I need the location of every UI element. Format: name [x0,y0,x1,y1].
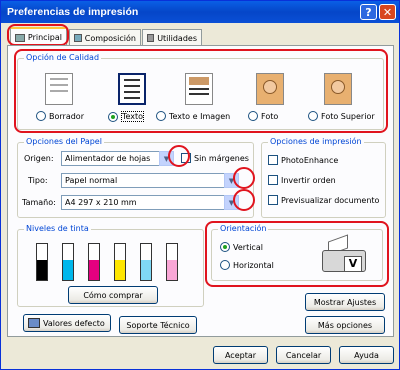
ink-level-fill [115,260,125,280]
photoenhance-label: PhotoEnhance [281,155,339,165]
quality-highlight [14,49,388,133]
title-bar: Preferencias de impresión ? ✕ [1,1,399,23]
tamano-select[interactable]: A4 297 x 210 mm ▼ [61,195,239,210]
tamano-dropdown-highlight [233,189,255,211]
ayuda-button[interactable]: Ayuda [339,346,394,364]
ink-level-bar [166,243,178,281]
layout-icon [74,34,82,42]
photoenhance-checkbox[interactable]: PhotoEnhance [268,155,338,165]
origen-dropdown-highlight [168,145,190,167]
tab-utilidades[interactable]: Utilidades [142,29,202,46]
window-title: Preferencias de impresión [7,6,139,18]
ink-level-bar [62,243,74,281]
ink-level-bar [140,243,152,281]
soporte-tecnico-button[interactable]: Soporte Técnico [119,316,197,334]
paper-group: Opciones del Papel Origen: Alimentador d… [17,137,255,218]
valores-defecto-label: Valores defecto [43,318,105,328]
origen-label: Origen: [24,154,54,163]
print-options-group: Opciones de impresión PhotoEnhance Inver… [261,137,386,218]
tipo-value: Papel normal [65,176,118,185]
previsualizar-label: Previsualizar documento [281,195,380,205]
previsualizar-checkbox[interactable]: Previsualizar documento [268,195,379,205]
ink-level-fill [89,260,99,280]
tamano-value: A4 297 x 210 mm [65,198,137,207]
tab-highlight [7,24,69,46]
reset-icon [28,318,40,328]
close-button[interactable]: ✕ [379,4,396,20]
tab-composicion[interactable]: Composición [69,29,141,46]
origen-value: Alimentador de hojas [65,154,151,163]
tab-utilidades-label: Utilidades [157,33,197,43]
paper-title: Opciones del Papel [24,137,104,146]
sin-margenes-checkbox[interactable]: Sin márgenes [181,153,249,163]
aceptar-button[interactable]: Aceptar [213,346,268,364]
sin-margenes-label: Sin márgenes [194,153,249,163]
cancelar-button[interactable]: Cancelar [276,346,331,364]
ink-level-fill [141,260,151,280]
ink-title: Niveles de tinta [24,224,91,233]
help-button[interactable]: ? [360,4,377,20]
ink-level-fill [167,260,177,280]
mas-opciones-button[interactable]: Más opciones [305,316,385,334]
tipo-label: Tipo: [28,176,48,185]
como-comprar-button[interactable]: Cómo comprar [68,286,158,304]
origen-select[interactable]: Alimentador de hojas ▼ [61,151,174,166]
invertir-orden-label: Invertir orden [281,175,336,185]
ink-level-bar [114,243,126,281]
tipo-select[interactable]: Papel normal ▼ [61,173,239,188]
tools-icon [147,34,155,42]
ink-level-fill [37,260,47,280]
ink-level-bar [36,243,48,281]
print-preferences-window: Preferencias de impresión ? ✕ Principal … [0,0,400,370]
tamano-label: Tamaño: [22,198,56,207]
ink-level-bar [88,243,100,281]
tab-composicion-label: Composición [84,33,136,43]
ink-levels-group: Niveles de tinta Cómo comprar [17,224,204,307]
valores-defecto-button[interactable]: Valores defecto [23,314,111,332]
print-options-title: Opciones de impresión [268,137,364,146]
tipo-dropdown-highlight [233,167,255,189]
ink-level-fill [63,260,73,280]
orientation-highlight [205,221,389,287]
invertir-orden-checkbox[interactable]: Invertir orden [268,175,336,185]
mostrar-ajustes-button[interactable]: Mostrar Ajustes [305,293,385,311]
principal-panel: Opción de Calidad Borrador Texto Texto e… [7,45,394,337]
